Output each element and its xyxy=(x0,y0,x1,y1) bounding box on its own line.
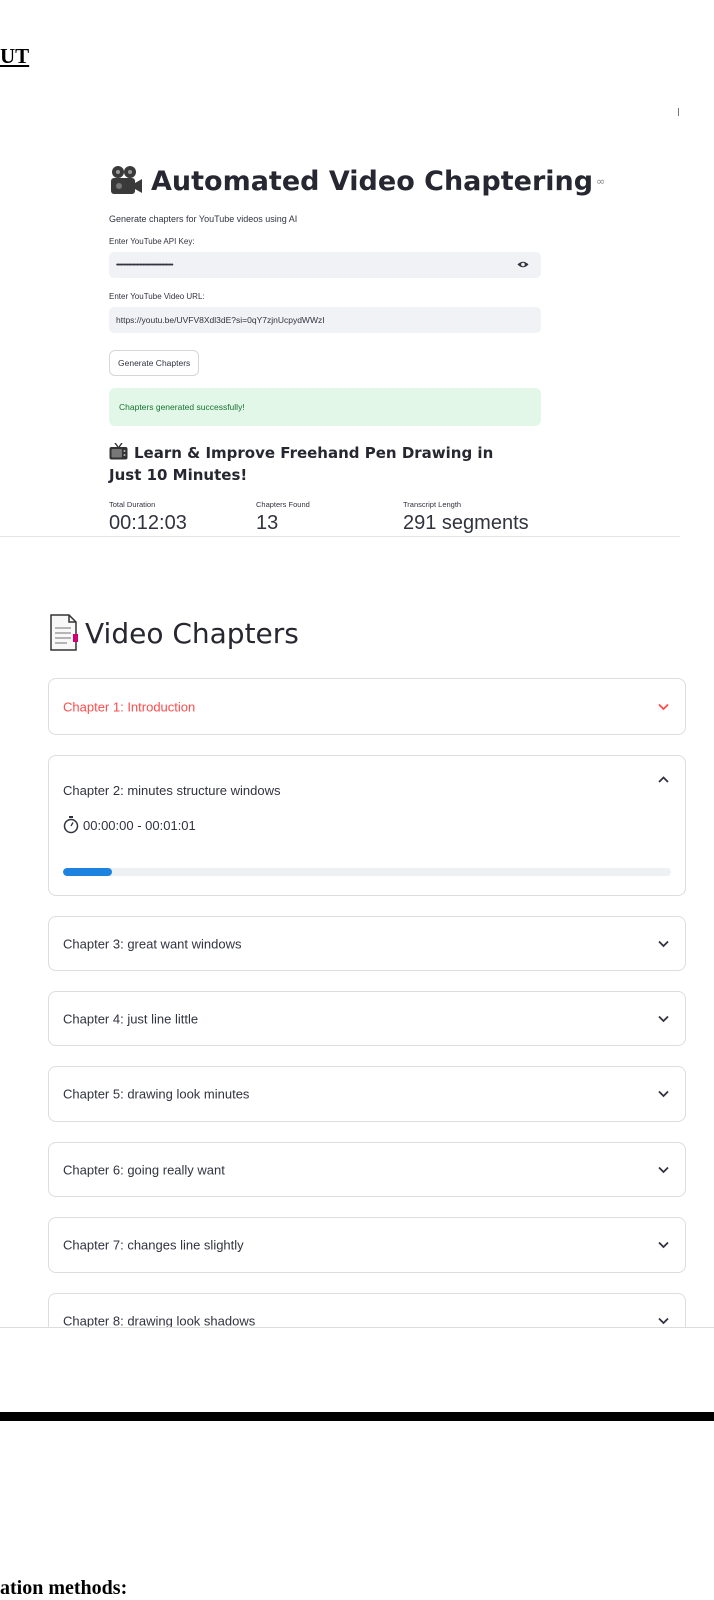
chapter-progress-fill xyxy=(63,868,112,876)
chevron-down-icon xyxy=(658,940,669,947)
chapter-title: Chapter 7: changes line slightly xyxy=(63,1237,244,1253)
metric-label-chapters: Chapters Found xyxy=(256,500,310,509)
chapter-progress-bar xyxy=(63,868,671,876)
show-password-eye-icon[interactable] xyxy=(517,260,529,269)
document-fragment-top: UT xyxy=(0,44,30,68)
app-screenshot-top: Automated Video Chaptering ∞ Generate ch… xyxy=(0,150,714,538)
chapter-3-expander[interactable]: Chapter 3: great want windows xyxy=(48,916,686,971)
chapter-5-expander[interactable]: Chapter 5: drawing look minutes xyxy=(48,1066,686,1122)
url-label: Enter YouTube Video URL: xyxy=(109,292,205,301)
chapter-time-range: 00:00:00 - 00:01:01 xyxy=(63,816,196,834)
chapters-heading-text: Video Chapters xyxy=(85,616,299,650)
metric-value-duration: 00:12:03 xyxy=(109,512,187,534)
chevron-down-icon xyxy=(658,1090,669,1098)
app-subtitle: Generate chapters for YouTube videos usi… xyxy=(109,214,298,224)
chevron-down-icon xyxy=(658,1241,669,1249)
chevron-down-icon xyxy=(658,703,669,710)
video-url-value: https://youtu.be/UVFV8Xdl3dE?si=0qY7zjnU… xyxy=(116,315,325,325)
divider xyxy=(0,536,680,537)
generate-chapters-button[interactable]: Generate Chapters xyxy=(109,350,200,376)
page-separator-bar xyxy=(0,1412,714,1421)
chapter-title: Chapter 4: just line little xyxy=(63,1011,199,1026)
scroll-indicator xyxy=(678,108,679,116)
stopwatch-icon xyxy=(63,816,79,834)
chapter-title: Chapter 8: drawing look shadows xyxy=(63,1313,256,1329)
metric-label-duration: Total Duration xyxy=(109,500,156,509)
video-title: Learn & Improve Freehand Pen Drawing in … xyxy=(109,442,529,486)
chevron-down-icon xyxy=(658,1166,669,1173)
chevron-down-icon xyxy=(658,1317,669,1325)
divider xyxy=(0,1327,714,1328)
television-icon xyxy=(109,443,128,460)
chapter-6-expander[interactable]: Chapter 6: going really want xyxy=(48,1142,686,1197)
app-title-text: Automated Video Chaptering xyxy=(151,165,594,197)
document-fragment-bottom: ation methods: xyxy=(0,1577,128,1599)
video-title-text: Learn & Improve Freehand Pen Drawing in … xyxy=(109,444,494,484)
chapter-time-text: 00:00:00 - 00:01:01 xyxy=(83,817,196,833)
chapters-heading: Video Chapters xyxy=(49,614,299,652)
metric-value-chapters: 13 xyxy=(256,512,279,534)
chevron-down-icon xyxy=(658,1015,669,1022)
api-key-value: ••••••••••••••••••••••••••••••••••••••• xyxy=(116,261,174,269)
metric-value-transcript: 291 segments xyxy=(403,512,529,534)
success-alert: Chapters generated successfully! xyxy=(109,388,541,426)
movie-camera-icon xyxy=(111,166,142,194)
chapter-1-expander[interactable]: Chapter 1: Introduction xyxy=(48,678,686,735)
chapter-7-expander[interactable]: Chapter 7: changes line slightly xyxy=(48,1217,686,1273)
success-message: Chapters generated successfully! xyxy=(119,402,245,412)
metric-label-transcript: Transcript Length xyxy=(403,500,462,509)
chapter-title: Chapter 2: minutes structure windows xyxy=(63,783,281,798)
chapter-4-expander[interactable]: Chapter 4: just line little xyxy=(48,991,686,1046)
app-title: Automated Video Chaptering ∞ xyxy=(109,165,605,197)
chevron-up-icon[interactable] xyxy=(658,776,669,783)
api-key-label: Enter YouTube API Key: xyxy=(109,237,195,246)
chapter-title: Chapter 6: going really want xyxy=(63,1162,225,1177)
chapter-title: Chapter 3: great want windows xyxy=(63,936,242,951)
video-url-input[interactable]: https://youtu.be/UVFV8Xdl3dE?si=0qY7zjnU… xyxy=(109,307,541,333)
app-screenshot-chapters: Video Chapters Chapter 1: Introduction C… xyxy=(0,596,714,1328)
chapter-2-expander[interactable]: Chapter 2: minutes structure windows 00:… xyxy=(48,755,686,896)
chapter-title: Chapter 5: drawing look minutes xyxy=(63,1086,250,1102)
document-icon xyxy=(50,614,78,651)
chapter-title: Chapter 1: Introduction xyxy=(63,699,196,714)
chapter-8-expander[interactable]: Chapter 8: drawing look shadows xyxy=(48,1293,686,1328)
api-key-input[interactable]: ••••••••••••••••••••••••••••••••••••••• xyxy=(109,252,541,278)
anchor-link-icon[interactable]: ∞ xyxy=(596,175,605,188)
